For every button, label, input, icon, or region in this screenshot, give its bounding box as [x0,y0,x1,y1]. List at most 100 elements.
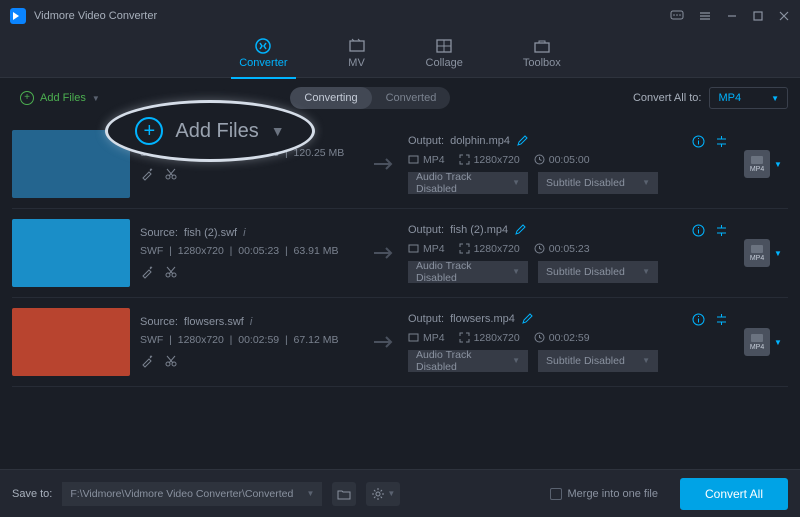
chevron-down-icon: ▼ [642,178,650,187]
cut-icon[interactable] [164,354,178,368]
tab-converter[interactable]: Converter [239,37,287,73]
output-column: Output: flowsers.mp4 MP4 1280x720 00:02:… [408,313,728,372]
tab-collage[interactable]: Collage [426,37,463,73]
source-column: Source: flowsers.swf i SWF | 1280x720 | … [140,316,360,368]
chevron-down-icon: ▼ [512,178,520,187]
row-format-select[interactable]: MP4 [744,239,770,267]
output-prefix: Output: [408,224,444,236]
app-logo-icon [10,8,26,24]
minimize-icon[interactable] [726,10,738,22]
chevron-down-icon[interactable]: ▼ [774,160,782,169]
output-spec: MP4 1280x720 00:05:23 [408,243,728,255]
open-folder-button[interactable] [332,482,356,506]
source-name: flowsers.swf [184,316,244,328]
track-row: Audio Track Disabled▼ Subtitle Disabled▼ [408,350,728,372]
audio-track-select[interactable]: Audio Track Disabled▼ [408,172,528,194]
source-column: Source: fish (2).swf i SWF | 1280x720 | … [140,227,360,279]
add-files-label: Add Files [40,92,86,104]
output-info-icon[interactable] [692,224,705,237]
maximize-icon[interactable] [752,10,764,22]
enhance-icon[interactable] [140,265,154,279]
output-prefix: Output: [408,313,444,325]
source-name-row: Source: flowsers.swf i [140,316,360,328]
subtitle-select[interactable]: Subtitle Disabled▼ [538,261,658,283]
chevron-down-icon: ▼ [387,489,395,498]
tab-mv[interactable]: MV [348,37,366,73]
add-files-button[interactable]: + Add Files ▼ [12,87,108,109]
output-duration: 00:05:00 [534,154,590,166]
enhance-icon[interactable] [140,354,154,368]
settings-button[interactable]: ▼ [366,482,400,506]
feedback-icon[interactable] [670,9,684,23]
subtitle-select[interactable]: Subtitle Disabled▼ [538,350,658,372]
checkbox-icon [550,488,562,500]
info-icon[interactable]: i [250,316,252,328]
cut-icon[interactable] [164,167,178,181]
arrow-icon [370,156,398,172]
edit-name-icon[interactable] [516,135,528,147]
cut-icon[interactable] [164,265,178,279]
enhance-icon[interactable] [140,167,154,181]
plus-icon: + [20,91,34,105]
output-name-row: Output: dolphin.mp4 [408,135,728,148]
audio-track-select[interactable]: Audio Track Disabled▼ [408,261,528,283]
arrow-icon [370,334,398,350]
chevron-down-icon[interactable]: ▼ [774,338,782,347]
status-segmented: Converting Converted [290,87,450,109]
audio-track-value: Audio Track Disabled [416,349,512,373]
mv-icon [348,37,366,55]
global-format-value: MP4 [718,92,741,104]
main-tabs: Converter MV Collage Toolbox [0,32,800,78]
global-format-select[interactable]: MP4 ▼ [709,87,788,109]
merge-checkbox[interactable]: Merge into one file [550,488,659,500]
file-thumbnail[interactable] [12,308,130,376]
subtitle-select[interactable]: Subtitle Disabled ▼ [538,172,658,194]
chevron-down-icon[interactable]: ▼ [774,249,782,258]
compress-icon[interactable] [715,135,728,148]
convert-all-label: Convert All to: [633,92,701,104]
file-thumbnail[interactable] [12,130,130,198]
source-meta: SWF | 1280x720 | 00:05:23 | 63.91 MB [140,245,360,257]
file-row: Source: fish (2).swf i SWF | 1280x720 | … [12,209,788,298]
save-path-value: F:\Vidmore\Vidmore Video Converter\Conve… [70,488,293,500]
save-path-select[interactable]: F:\Vidmore\Vidmore Video Converter\Conve… [62,482,322,506]
convert-all-button[interactable]: Convert All [680,478,788,510]
output-resolution: 1280x720 [459,243,520,255]
output-name: flowsers.mp4 [450,313,515,325]
tab-toolbox[interactable]: Toolbox [523,37,561,73]
output-name-row: Output: fish (2).mp4 [408,224,728,237]
output-duration: 00:02:59 [534,332,590,344]
output-info-icon[interactable] [692,135,705,148]
edit-name-icon[interactable] [521,313,533,325]
close-icon[interactable] [778,10,790,22]
output-format: MP4 [408,243,445,255]
output-resolution: 1280x720 [459,332,520,344]
menu-icon[interactable] [698,9,712,23]
audio-track-select[interactable]: Audio Track Disabled▼ [408,350,528,372]
track-row: Audio Track Disabled▼ Subtitle Disabled▼ [408,261,728,283]
subtitle-value: Subtitle Disabled [546,177,625,189]
compress-icon[interactable] [715,313,728,326]
output-info-icon[interactable] [692,313,705,326]
track-row: Audio Track Disabled▼ Subtitle Disabled ▼ [408,172,728,194]
source-meta: SWF | 1280x720 | 00:02:59 | 67.12 MB [140,334,360,346]
save-to-label: Save to: [12,488,52,500]
titlebar-left: Vidmore Video Converter [10,8,157,24]
compress-icon[interactable] [715,224,728,237]
output-spec: MP4 1280x720 00:05:00 [408,154,728,166]
source-prefix: Source: [140,316,178,328]
chevron-down-icon: ▼ [642,267,650,276]
segment-converted[interactable]: Converted [372,87,451,109]
titlebar: Vidmore Video Converter [0,0,800,32]
row-format-select[interactable]: MP4 [744,328,770,356]
file-thumbnail[interactable] [12,219,130,287]
segment-converting[interactable]: Converting [290,87,371,109]
row-format-select[interactable]: MP4 [744,150,770,178]
file-row: Source: flowsers.swf i SWF | 1280x720 | … [12,298,788,387]
edit-name-icon[interactable] [514,224,526,236]
info-icon[interactable]: i [243,227,245,239]
file-list: SWF | 1280x720 | 00:05:00 | 120.25 MB Ou… [0,112,800,477]
source-meta: SWF | 1280x720 | 00:05:00 | 120.25 MB [140,147,360,159]
converter-icon [254,37,272,55]
output-name: fish (2).mp4 [450,224,508,236]
